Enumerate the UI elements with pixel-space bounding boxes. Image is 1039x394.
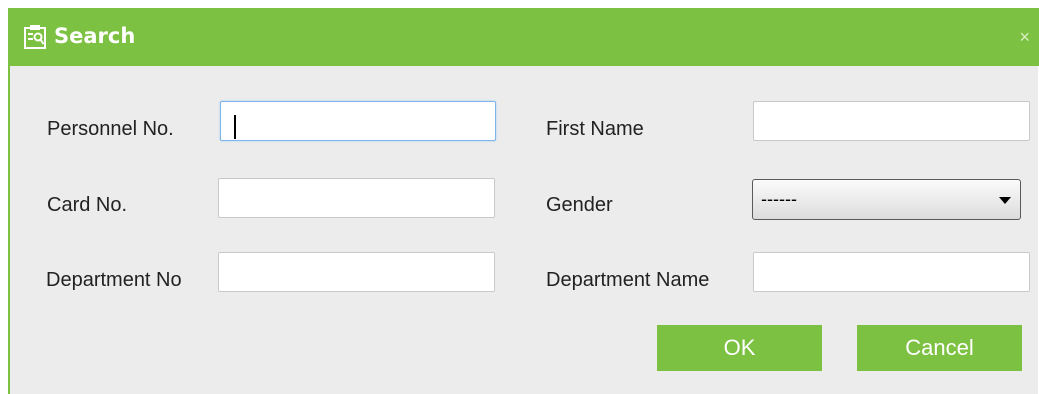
text-cursor xyxy=(234,115,236,139)
ok-button[interactable]: OK xyxy=(657,325,822,371)
chevron-down-icon[interactable] xyxy=(999,197,1011,204)
gender-label: Gender xyxy=(546,194,613,216)
first-name-input[interactable] xyxy=(753,101,1030,141)
first-name-label: First Name xyxy=(546,118,644,140)
gender-select[interactable]: ------ xyxy=(752,179,1021,220)
personnel-no-label: Personnel No. xyxy=(47,118,174,140)
cancel-button[interactable]: Cancel xyxy=(857,325,1022,371)
close-icon[interactable]: × xyxy=(1019,28,1030,46)
department-no-label: Department No xyxy=(46,269,182,291)
card-no-label: Card No. xyxy=(47,194,128,216)
department-name-label: Department Name xyxy=(546,269,710,291)
gender-selected-value: ------ xyxy=(761,189,797,209)
department-no-input[interactable] xyxy=(218,252,495,292)
card-no-input[interactable] xyxy=(218,178,495,218)
dialog-titlebar[interactable]: Search × xyxy=(8,8,1039,66)
search-form-icon xyxy=(24,25,46,49)
department-name-input[interactable] xyxy=(753,252,1030,292)
dialog-title: Search xyxy=(54,24,136,48)
personnel-no-input[interactable] xyxy=(220,101,496,141)
search-dialog: Search × Personnel No. First Name Card N… xyxy=(8,8,1039,394)
